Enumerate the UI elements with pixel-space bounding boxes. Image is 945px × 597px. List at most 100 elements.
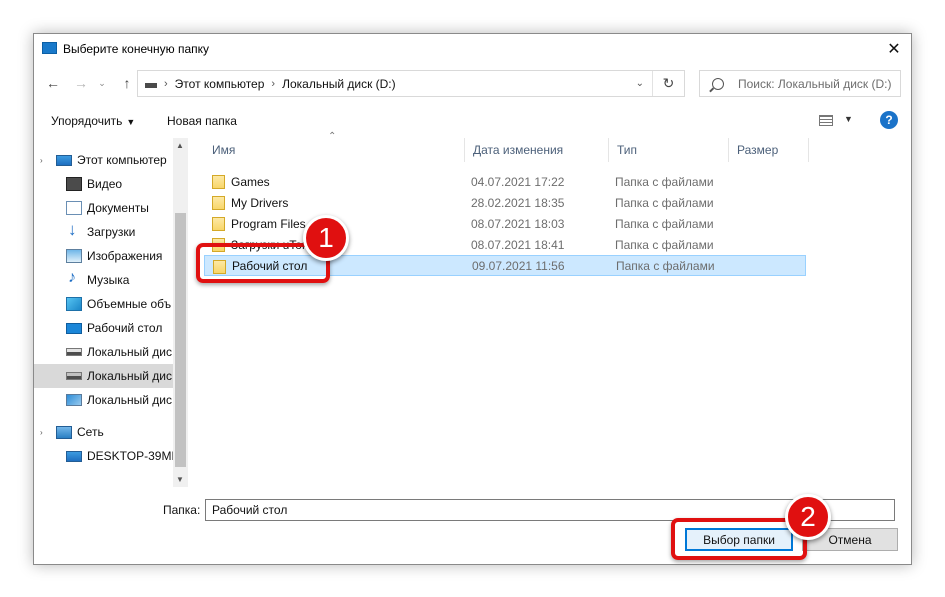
- view-dropdown-icon[interactable]: ▼: [844, 114, 853, 124]
- breadcrumb-separator-icon[interactable]: ›: [164, 78, 168, 90]
- sidebar-item-local-disk-d[interactable]: Локальный дис: [34, 364, 174, 388]
- sidebar-item-music[interactable]: Музыка: [34, 268, 174, 292]
- address-bar[interactable]: › Этот компьютер › Локальный диск (D:) ⌄…: [137, 70, 685, 97]
- drive-icon: [66, 348, 82, 356]
- file-type: Папка с файлами: [616, 258, 715, 273]
- column-header-size[interactable]: Размер: [729, 138, 809, 162]
- documents-icon: [66, 201, 82, 215]
- refresh-icon[interactable]: ↻: [652, 71, 684, 96]
- sidebar-item-label: Музыка: [87, 273, 130, 287]
- sidebar-item-this-pc[interactable]: › Этот компьютер: [34, 148, 174, 172]
- file-name: My Drivers: [231, 195, 289, 210]
- file-type: Папка с файлами: [615, 174, 714, 189]
- sidebar-item-local-disk-c[interactable]: Локальный дис: [34, 340, 174, 364]
- organize-label: Упорядочить: [51, 114, 123, 128]
- music-icon: [66, 269, 82, 287]
- scrollbar-thumb[interactable]: [175, 213, 186, 467]
- computer-icon: [56, 154, 72, 166]
- pictures-icon: [66, 249, 82, 263]
- sidebar-item-label: Рабочий стол: [87, 321, 163, 335]
- file-row[interactable]: Games 04.07.2021 17:22 Папка с файлами: [204, 171, 806, 192]
- scroll-up-icon[interactable]: ▲: [176, 141, 184, 150]
- view-options-icon[interactable]: [819, 115, 833, 126]
- forward-arrow-icon[interactable]: →: [70, 72, 92, 94]
- breadcrumb-separator-icon[interactable]: ›: [271, 78, 275, 90]
- sidebar-item-label: Локальный дис: [87, 369, 172, 383]
- folder-icon: [212, 196, 225, 210]
- file-date: 08.07.2021 18:03: [471, 216, 565, 231]
- navigation-pane: › Этот компьютер Видео Документы Загрузк…: [34, 138, 189, 487]
- file-name: Program Files: [231, 216, 306, 231]
- close-icon[interactable]: ✕: [877, 34, 911, 64]
- expand-chevron-icon[interactable]: ›: [40, 428, 43, 437]
- sidebar-item-3d-objects[interactable]: Объемные объ: [34, 292, 174, 316]
- file-name: Games: [231, 174, 270, 189]
- scroll-down-icon[interactable]: ▼: [176, 475, 184, 484]
- search-box[interactable]: Поиск: Локальный диск (D:): [699, 70, 901, 97]
- sidebar-item-label: Этот компьютер: [77, 153, 167, 167]
- help-icon[interactable]: ?: [880, 111, 898, 129]
- sidebar-item-video[interactable]: Видео: [34, 172, 174, 196]
- sidebar-item-label: Загрузки: [87, 225, 136, 239]
- column-header-type[interactable]: Тип: [609, 138, 729, 162]
- file-type: Папка с файлами: [615, 195, 714, 210]
- sidebar-item-desktop-host[interactable]: DESKTOP-39MH: [34, 444, 174, 468]
- sidebar-scrollbar[interactable]: ▲ ▼: [173, 138, 188, 487]
- navigation-bar: ← → ⌄ ↑ › Этот компьютер › Локальный дис…: [34, 68, 911, 98]
- search-icon: [712, 77, 724, 90]
- select-folder-dialog: Выберите конечную папку ✕ ← → ⌄ ↑ › Этот…: [33, 33, 912, 565]
- sidebar-item-local-disk-e[interactable]: Локальный дис: [34, 388, 174, 412]
- drive-icon: [66, 372, 82, 380]
- recent-locations-chevron-icon[interactable]: ⌄: [94, 72, 110, 94]
- sidebar-item-label: Документы: [87, 201, 149, 215]
- step-badge-2: 2: [785, 494, 831, 540]
- sidebar-item-label: DESKTOP-39MH: [87, 449, 174, 463]
- folder-icon: [212, 217, 225, 231]
- file-date: 08.07.2021 18:41: [471, 237, 565, 252]
- folder-label: Папка:: [163, 503, 201, 517]
- sidebar-item-label: Объемные объ: [87, 297, 172, 311]
- sidebar-item-label: Локальный дис: [87, 345, 172, 359]
- 3d-objects-icon: [66, 297, 82, 311]
- downloads-icon: [66, 220, 82, 240]
- file-row[interactable]: My Drivers 28.02.2021 18:35 Папка с файл…: [204, 192, 806, 213]
- window-icon: [42, 42, 57, 54]
- breadcrumb-local-disk-d[interactable]: Локальный диск (D:): [282, 77, 396, 91]
- sidebar-item-label: Локальный дис: [87, 393, 172, 407]
- sidebar-item-pictures[interactable]: Изображения: [34, 244, 174, 268]
- sidebar-item-documents[interactable]: Документы: [34, 196, 174, 220]
- file-list-pane: ⌃ Имя Дата изменения Тип Размер Games 04…: [190, 131, 912, 487]
- address-dropdown-icon[interactable]: ⌄: [636, 78, 644, 89]
- column-header-name[interactable]: Имя: [204, 138, 465, 162]
- sidebar-item-network[interactable]: › Сеть: [34, 420, 174, 444]
- up-arrow-icon[interactable]: ↑: [116, 72, 138, 94]
- sidebar-item-downloads[interactable]: Загрузки: [34, 220, 174, 244]
- caret-down-icon: ▼: [126, 117, 136, 127]
- file-date: 28.02.2021 18:35: [471, 195, 565, 210]
- title-bar: Выберите конечную папку ✕: [34, 34, 911, 64]
- drive-icon: [145, 83, 157, 88]
- step-badge-1: 1: [303, 215, 349, 261]
- file-type: Папка с файлами: [615, 237, 714, 252]
- file-type: Папка с файлами: [615, 216, 714, 231]
- file-date: 04.07.2021 17:22: [471, 174, 565, 189]
- breadcrumb-this-pc[interactable]: Этот компьютер: [175, 77, 265, 91]
- sidebar-item-label: Видео: [87, 177, 123, 191]
- network-icon: [56, 425, 72, 439]
- file-row[interactable]: Program Files 08.07.2021 18:03 Папка с ф…: [204, 213, 806, 234]
- computer-icon: [66, 450, 82, 462]
- column-header-date[interactable]: Дата изменения: [465, 138, 609, 162]
- desktop-icon: [66, 322, 82, 334]
- file-date: 09.07.2021 11:56: [472, 258, 565, 273]
- organize-button[interactable]: Упорядочить ▼: [51, 114, 135, 128]
- folder-icon: [212, 175, 225, 189]
- new-folder-button[interactable]: Новая папка: [167, 114, 237, 128]
- drive-icon: [66, 394, 82, 406]
- sidebar-item-label: Сеть: [77, 425, 104, 439]
- back-arrow-icon[interactable]: ←: [42, 72, 64, 94]
- search-placeholder: Поиск: Локальный диск (D:): [738, 76, 892, 91]
- window-title: Выберите конечную папку: [63, 42, 210, 56]
- sidebar-item-label: Изображения: [87, 249, 163, 263]
- expand-chevron-icon[interactable]: ›: [40, 156, 43, 165]
- sidebar-item-desktop[interactable]: Рабочий стол: [34, 316, 174, 340]
